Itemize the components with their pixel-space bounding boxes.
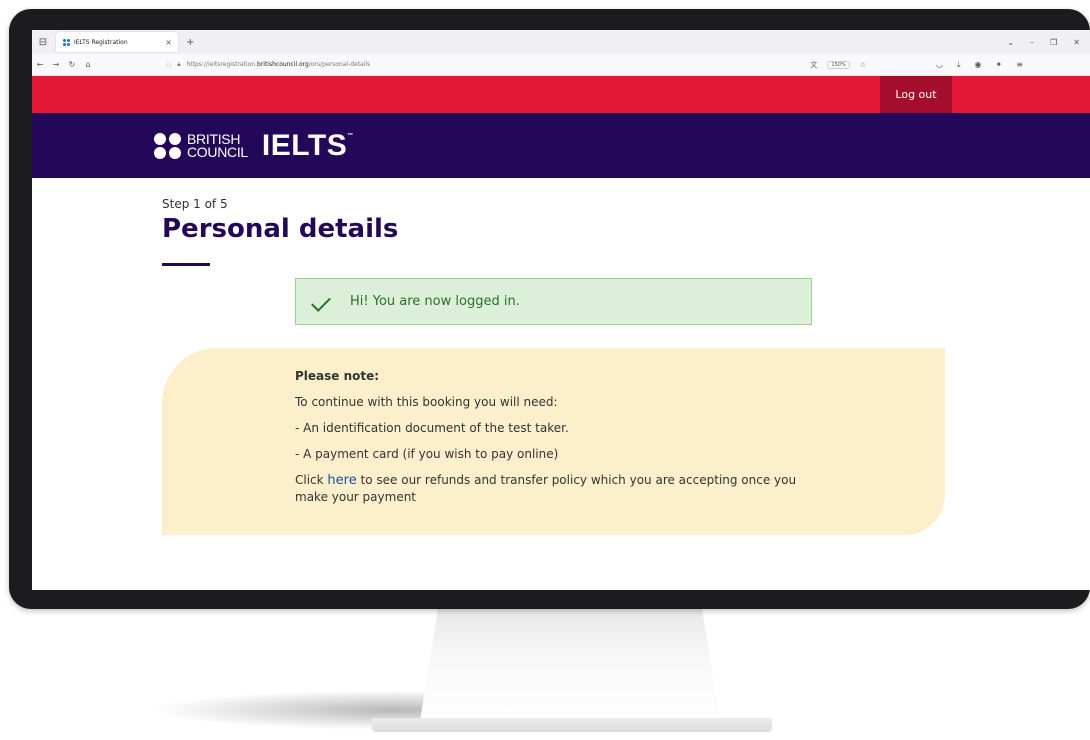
note-panel: Please note: To continue with this booki… (162, 348, 945, 535)
monitor-stand (420, 609, 720, 721)
ielts-logo[interactable]: IELTS™ (262, 129, 354, 163)
title-underline (162, 263, 210, 266)
extensions-icon[interactable]: ✦ (996, 60, 1003, 70)
url-actions: 文 150% ☆ (810, 60, 866, 70)
browser-tab[interactable]: IELTS Registration × (56, 32, 178, 52)
pocket-icon[interactable]: ◡ (936, 60, 943, 70)
lock-icon: 🔒︎ (177, 60, 181, 68)
screen: ⊟ IELTS Registration × + ⌄ – ❐ ✕ ← → ↻ ⌂… (32, 30, 1090, 590)
zoom-level[interactable]: 150% (827, 60, 850, 69)
close-window-icon[interactable]: ✕ (1073, 38, 1080, 47)
british-council-logo-icon (154, 132, 182, 159)
translate-icon[interactable]: 文 (810, 60, 817, 70)
checkmark-icon (314, 295, 336, 309)
reload-icon[interactable]: ↻ (64, 60, 80, 69)
logout-button[interactable]: Log out (880, 76, 952, 113)
chevron-down-icon[interactable]: ⌄ (1007, 38, 1014, 47)
new-tab-button[interactable]: + (186, 37, 194, 48)
bookmark-star-icon[interactable]: ☆ (860, 61, 866, 69)
alert-message: Hi! You are now logged in. (350, 294, 520, 309)
step-indicator: Step 1 of 5 (162, 197, 228, 211)
menu-icon[interactable]: ≡ (1016, 60, 1023, 70)
favicon-icon (62, 38, 70, 46)
note-line: - A payment card (if you wish to pay onl… (295, 447, 559, 461)
tab-list-icon[interactable]: ⊟ (32, 30, 54, 54)
url-bar[interactable]: ◌ 🔒︎ https://ieltsregistration.britishco… (166, 57, 866, 73)
top-red-bar: Log out (32, 76, 1090, 113)
toolbar-icons: ◡ ⤓ ◉ ✦ ≡ (936, 60, 1033, 70)
note-line: To continue with this booking you will n… (295, 395, 558, 409)
nav-bar: ← → ↻ ⌂ ◌ 🔒︎ https://ieltsregistration.b… (32, 54, 1090, 76)
minimize-icon[interactable]: – (1030, 38, 1034, 47)
close-tab-icon[interactable]: × (165, 38, 172, 47)
tab-title: IELTS Registration (74, 38, 128, 46)
refund-policy-link[interactable]: here (327, 473, 356, 488)
shield-icon: ◌ (166, 61, 172, 68)
monitor-base (372, 718, 772, 732)
british-council-wordmark: BRITISH COUNCIL (187, 130, 248, 160)
url-text[interactable]: https://ieltsregistration.britishcouncil… (186, 61, 370, 68)
success-alert: Hi! You are now logged in. (295, 278, 812, 325)
account-icon[interactable]: ◉ (975, 60, 982, 70)
download-icon[interactable]: ⤓ (957, 60, 961, 70)
restore-icon[interactable]: ❐ (1050, 38, 1057, 47)
policy-text: Click here to see our refunds and transf… (295, 473, 797, 504)
home-icon[interactable]: ⌂ (80, 60, 96, 69)
page-title: Personal details (162, 214, 399, 244)
stage: ⊟ IELTS Registration × + ⌄ – ❐ ✕ ← → ↻ ⌂… (0, 0, 1090, 740)
brand-header: BRITISH COUNCIL IELTS™ (32, 113, 1090, 178)
tab-bar: ⊟ IELTS Registration × + ⌄ – ❐ ✕ (32, 30, 1090, 54)
window-controls: ⌄ – ❐ ✕ (1007, 38, 1090, 47)
forward-icon[interactable]: → (48, 60, 64, 69)
back-icon[interactable]: ← (32, 60, 48, 69)
note-heading: Please note: (295, 369, 380, 383)
note-line: - An identification document of the test… (295, 421, 569, 435)
